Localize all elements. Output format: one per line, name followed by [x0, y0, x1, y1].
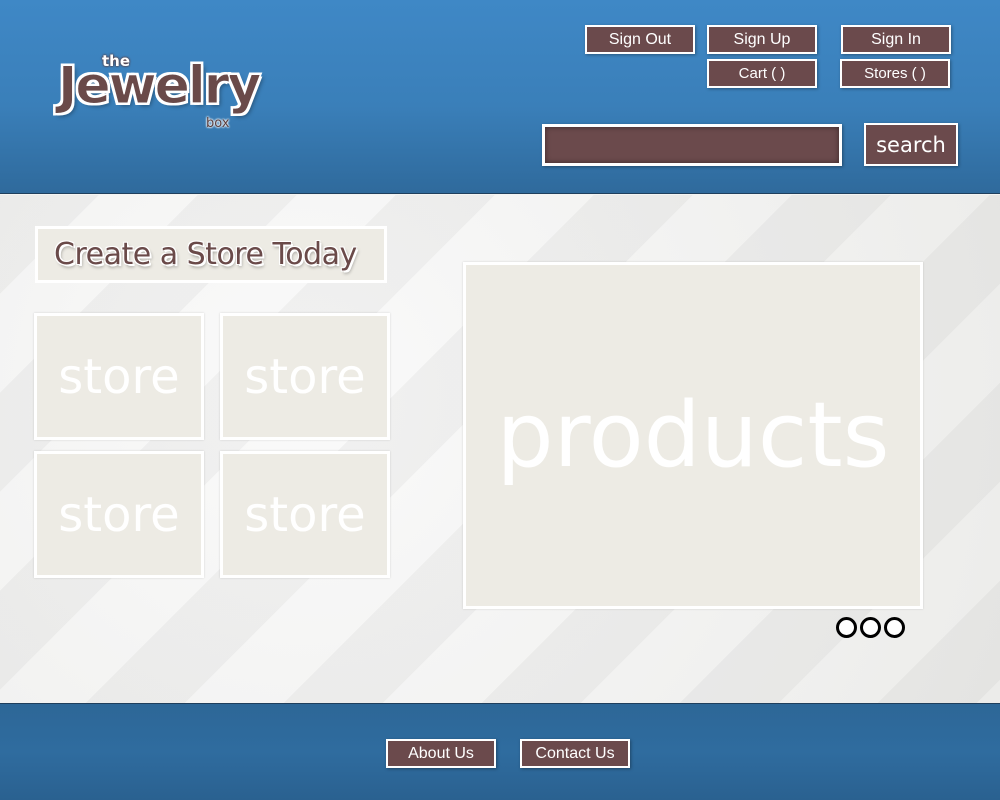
logo[interactable]: the Jewelry box	[57, 50, 298, 140]
contact-us-button[interactable]: Contact Us	[520, 739, 630, 768]
products-panel[interactable]: products	[463, 262, 923, 609]
sign-in-button[interactable]: Sign In	[841, 25, 951, 54]
header: the Jewelry box Sign Out Sign Up Sign In…	[0, 0, 1000, 194]
logo-box: box	[206, 116, 230, 131]
carousel-dot-2[interactable]	[860, 617, 881, 638]
store-tile[interactable]: store	[220, 451, 390, 578]
store-tile[interactable]: store	[34, 313, 204, 440]
cart-button[interactable]: Cart ( )	[707, 59, 817, 88]
stores-button[interactable]: Stores ( )	[840, 59, 950, 88]
store-tile[interactable]: store	[34, 451, 204, 578]
carousel-dot-3[interactable]	[884, 617, 905, 638]
carousel-dot-1[interactable]	[836, 617, 857, 638]
sign-up-button[interactable]: Sign Up	[707, 25, 817, 54]
logo-jewelry: Jewelry	[57, 56, 261, 117]
carousel-dots	[836, 617, 908, 639]
search-input[interactable]	[542, 124, 842, 166]
sign-out-button[interactable]: Sign Out	[585, 25, 695, 54]
search-button[interactable]: search	[864, 123, 958, 166]
footer: About Us Contact Us	[0, 703, 1000, 800]
create-store-title[interactable]: Create a Store Today	[35, 226, 387, 283]
about-us-button[interactable]: About Us	[386, 739, 496, 768]
store-tile[interactable]: store	[220, 313, 390, 440]
